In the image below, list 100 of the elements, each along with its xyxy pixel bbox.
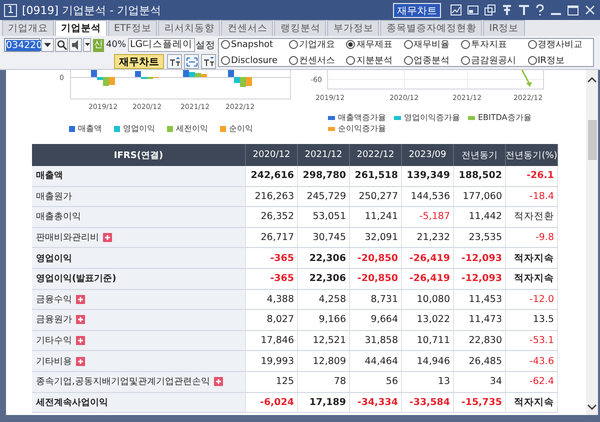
radio-label[interactable]: 컨센서스 — [298, 54, 335, 67]
radio-option[interactable]: Disclosure — [221, 54, 286, 67]
change-value: -53.1 — [529, 335, 554, 346]
dropdown-button[interactable] — [83, 38, 91, 52]
legend-label: 세전이익 — [176, 123, 208, 134]
font-size-button[interactable] — [201, 54, 216, 69]
radio-label[interactable]: Disclosure — [231, 56, 278, 66]
radio-option[interactable]: 투자지표 — [461, 38, 525, 51]
radio-label[interactable]: 기업개요 — [298, 38, 335, 51]
radio-label[interactable]: 금감원공시 — [471, 54, 516, 67]
row-label: 기타비용 — [36, 356, 72, 368]
windows-icon[interactable] — [484, 4, 496, 16]
help-icon[interactable] — [535, 4, 545, 16]
search-button[interactable] — [55, 38, 68, 52]
scroll-up-icon[interactable] — [587, 76, 597, 84]
scrollbar-thumb[interactable] — [588, 120, 596, 160]
radio-button[interactable] — [404, 40, 413, 49]
text-icon[interactable] — [518, 4, 530, 16]
scroll-down-icon[interactable] — [587, 403, 597, 411]
change-value: -12.0 — [529, 294, 554, 305]
settings-link[interactable]: 설정 — [196, 38, 216, 52]
expand-icon[interactable] — [76, 356, 85, 366]
chart-button[interactable]: 재무차트 — [393, 2, 441, 18]
radio-label[interactable]: 재무비율 — [414, 38, 450, 51]
radio-label[interactable]: 업종분석 — [414, 54, 450, 67]
table-value: 26,352 — [260, 211, 294, 222]
speaker-button[interactable] — [69, 38, 82, 52]
change-value: -62.4 — [529, 376, 554, 388]
change-value: 적자전환 — [514, 210, 554, 224]
row-label: 금융원가 — [36, 314, 72, 326]
radio-option[interactable]: 기업개요 — [288, 38, 344, 51]
radio-button[interactable] — [528, 40, 537, 49]
radio-button[interactable] — [346, 56, 356, 65]
code-field[interactable]: 034220 — [4, 38, 40, 52]
table-value: 22,830 — [468, 335, 502, 346]
change-value: 적자지속 — [514, 396, 554, 409]
radio-button[interactable] — [404, 56, 413, 65]
tab[interactable]: ETF정보 — [108, 20, 158, 36]
close-icon[interactable] — [584, 4, 596, 16]
radio-button[interactable] — [528, 56, 537, 65]
tab[interactable]: 기업분석 — [55, 20, 107, 36]
tab[interactable]: IR정보 — [483, 20, 525, 36]
scrollbar[interactable] — [586, 70, 598, 415]
radio-option[interactable]: 경쟁사비교 — [528, 38, 591, 51]
table-value: 12,521 — [312, 335, 346, 346]
table-value: 261,518 — [354, 170, 398, 182]
expand-icon — [186, 56, 198, 66]
expand-icon[interactable] — [103, 233, 112, 242]
radio-button[interactable] — [288, 40, 298, 49]
tab[interactable]: 랭킹분석 — [274, 20, 326, 36]
tab[interactable]: 종목별증자예정현황 — [380, 20, 482, 36]
radio-button[interactable] — [346, 40, 356, 49]
expand-icon[interactable] — [214, 377, 223, 386]
radio-button[interactable] — [461, 40, 470, 49]
radio-label[interactable]: Snapshot — [231, 40, 274, 50]
legend-label: 매출액증가율 — [338, 112, 386, 123]
expand-button[interactable] — [184, 54, 199, 69]
radio-button[interactable] — [461, 56, 470, 65]
radio-label[interactable]: 경쟁사비교 — [538, 38, 583, 51]
expand-icon[interactable] — [76, 336, 85, 346]
radio-option[interactable]: 컨센서스 — [288, 54, 344, 67]
table-value: 11,442 — [468, 211, 502, 222]
radio-option[interactable]: Snapshot — [221, 38, 286, 51]
table-value: -6,024 — [260, 396, 294, 408]
radio-label[interactable]: 투자지표 — [471, 38, 508, 51]
legend-label: EBITDA증가율 — [478, 112, 532, 123]
column-header: 2022/12 — [350, 144, 402, 166]
tab[interactable]: 컨센서스 — [221, 20, 274, 36]
expand-icon[interactable] — [76, 315, 85, 324]
tab[interactable]: 리서치동향 — [158, 20, 220, 36]
radio-option[interactable]: 지분분석 — [346, 54, 401, 67]
tab[interactable]: 부가정보 — [327, 20, 380, 36]
radio-label[interactable]: IR정보 — [538, 54, 564, 67]
radio-button[interactable] — [221, 40, 230, 49]
dropdown-button[interactable] — [41, 38, 54, 52]
row-label: 종속기업,공동지배기업및관계기업관련손익 — [36, 376, 210, 388]
chart-button[interactable]: 재무차트 — [114, 54, 164, 69]
radio-button[interactable] — [288, 56, 298, 65]
tab[interactable]: 기업개요 — [2, 20, 54, 36]
expand-icon[interactable] — [76, 294, 85, 304]
maximize-icon[interactable] — [567, 4, 579, 16]
row-label: 금융수익 — [36, 294, 72, 306]
radio-option[interactable]: 재무제표 — [346, 38, 401, 51]
column-header: 전년동기 — [454, 144, 506, 166]
row-label: 매출총이익 — [36, 211, 81, 224]
radio-button[interactable] — [221, 56, 230, 65]
column-header: 2023/09 — [402, 144, 454, 166]
chart-icon[interactable] — [450, 4, 462, 16]
legend-label: 매출액 — [78, 123, 102, 134]
window-icon: 1 — [4, 4, 17, 16]
radio-label[interactable]: 재무제표 — [356, 38, 392, 51]
window-icon[interactable] — [467, 4, 479, 16]
font-size-button[interactable] — [167, 54, 182, 69]
radio-option[interactable]: 재무비율 — [404, 38, 458, 51]
radio-option[interactable]: 업종분석 — [404, 54, 458, 67]
radio-option[interactable]: 금감원공시 — [461, 54, 525, 67]
radio-option[interactable]: IR정보 — [528, 54, 591, 67]
radio-label[interactable]: 지분분석 — [356, 54, 392, 67]
table-value: 242,616 — [250, 170, 294, 182]
stock-name-field[interactable]: LG디스플레이 — [128, 38, 195, 52]
